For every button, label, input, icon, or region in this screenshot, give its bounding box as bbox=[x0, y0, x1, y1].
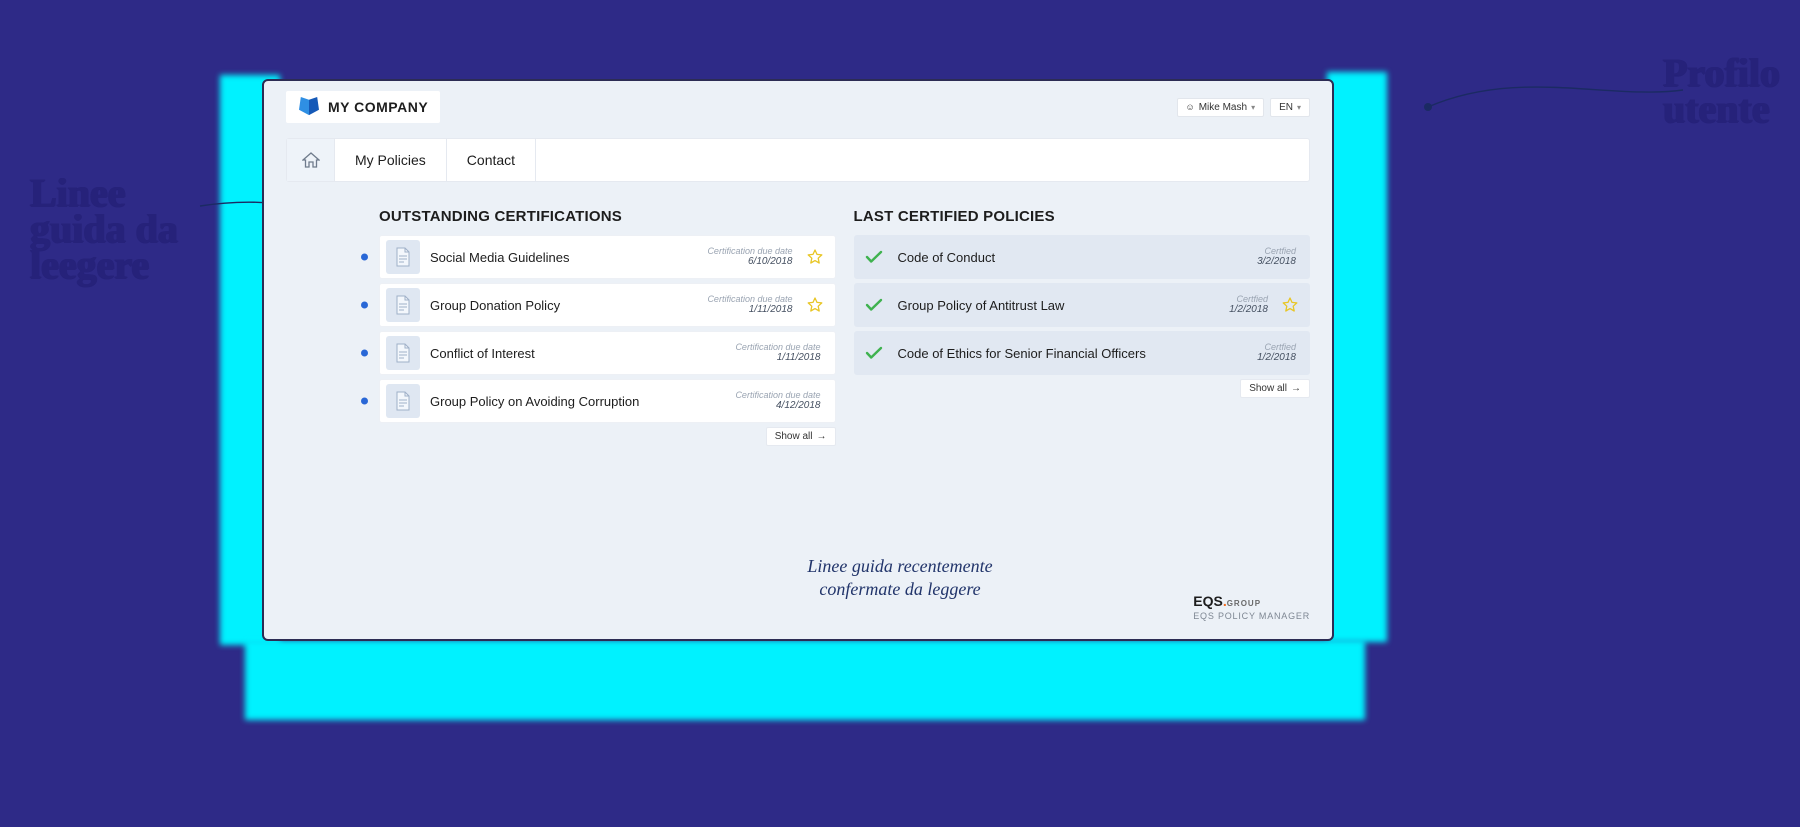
outstanding-row[interactable]: Social Media Guidelines Certification due… bbox=[379, 235, 836, 279]
certified-column: LAST CERTIFIED POLICIES Code of ConductC… bbox=[854, 208, 1311, 446]
company-logo: MY COMPANY bbox=[286, 91, 440, 123]
certified-row[interactable]: Code of Ethics for Senior Financial Offi… bbox=[854, 331, 1311, 375]
footer-product: EQS POLICY MANAGER bbox=[1193, 611, 1310, 621]
certified-date: 1/2/2018 bbox=[1229, 304, 1268, 315]
row-bullet bbox=[361, 302, 368, 309]
certified-date: 3/2/2018 bbox=[1257, 256, 1296, 267]
check-icon bbox=[860, 250, 888, 264]
certified-row[interactable]: Group Policy of Antitrust Law Certfied1/2… bbox=[854, 283, 1311, 327]
outstanding-title: OUTSTANDING CERTIFICATIONS bbox=[379, 208, 836, 225]
outstanding-row[interactable]: Conflict of Interest Certification due da… bbox=[379, 331, 836, 375]
nav-my-policies[interactable]: My Policies bbox=[335, 139, 447, 181]
policy-meta: Certfied1/2/2018 bbox=[1229, 295, 1268, 316]
due-label: Certification due date bbox=[707, 247, 792, 257]
annotation-bottom: Linee guida recentemente confermate da l… bbox=[770, 555, 1030, 600]
user-name: Mike Mash bbox=[1199, 102, 1247, 113]
certified-show-all[interactable]: Show all → bbox=[1240, 379, 1310, 398]
outstanding-row[interactable]: Group Donation Policy Certification due d… bbox=[379, 283, 836, 327]
certified-title: LAST CERTIFIED POLICIES bbox=[854, 208, 1311, 225]
footer-brand-main: EQS bbox=[1193, 593, 1223, 609]
star-icon[interactable] bbox=[807, 249, 825, 265]
due-date: 6/10/2018 bbox=[707, 256, 792, 267]
certified-label: Certfied bbox=[1257, 247, 1296, 257]
glow-right bbox=[1327, 72, 1387, 642]
user-menu[interactable]: ☺ Mike Mash ▾ bbox=[1177, 98, 1265, 117]
row-bullet bbox=[361, 398, 368, 405]
due-date: 4/12/2018 bbox=[735, 400, 820, 411]
callout-line-user bbox=[1428, 88, 1688, 138]
arrow-right-icon: → bbox=[817, 431, 827, 442]
check-icon bbox=[860, 346, 888, 360]
language-menu[interactable]: EN ▾ bbox=[1270, 98, 1310, 117]
policy-meta: Certfied3/2/2018 bbox=[1257, 247, 1296, 268]
certified-date: 1/2/2018 bbox=[1257, 352, 1296, 363]
document-icon bbox=[386, 384, 420, 418]
header: MY COMPANY ☺ Mike Mash ▾ EN ▾ bbox=[264, 81, 1332, 128]
policy-meta: Certification due date1/11/2018 bbox=[735, 343, 820, 364]
nav-home[interactable] bbox=[287, 139, 335, 181]
check-icon bbox=[860, 298, 888, 312]
policy-title: Group Donation Policy bbox=[430, 298, 697, 313]
star-icon[interactable] bbox=[807, 297, 825, 313]
chevron-down-icon: ▾ bbox=[1297, 103, 1301, 112]
home-icon bbox=[302, 152, 320, 168]
footer-brand-suffix: GROUP bbox=[1227, 599, 1261, 608]
nav-contact[interactable]: Contact bbox=[447, 139, 536, 181]
document-icon bbox=[386, 240, 420, 274]
row-bullet bbox=[361, 350, 368, 357]
outstanding-column: OUTSTANDING CERTIFICATIONS Social Media … bbox=[379, 208, 836, 446]
policy-title: Conflict of Interest bbox=[430, 346, 725, 361]
due-date: 1/11/2018 bbox=[707, 304, 792, 315]
outstanding-list: Social Media Guidelines Certification due… bbox=[379, 235, 836, 423]
outstanding-row[interactable]: Group Policy on Avoiding Corruption Certi… bbox=[379, 379, 836, 423]
star-icon[interactable] bbox=[1282, 297, 1300, 313]
policy-meta: Certification due date6/10/2018 bbox=[707, 247, 792, 268]
certified-list: Code of ConductCertfied3/2/2018Group Pol… bbox=[854, 235, 1311, 375]
due-label: Certification due date bbox=[707, 295, 792, 305]
header-controls: ☺ Mike Mash ▾ EN ▾ bbox=[1177, 98, 1311, 117]
footer: EQS.GROUP EQS POLICY MANAGER bbox=[1193, 593, 1310, 621]
outstanding-show-all[interactable]: Show all → bbox=[766, 427, 836, 446]
policy-meta: Certification due date1/11/2018 bbox=[707, 295, 792, 316]
due-label: Certification due date bbox=[735, 343, 820, 353]
document-icon bbox=[386, 288, 420, 322]
due-date: 1/11/2018 bbox=[735, 352, 820, 363]
content: OUTSTANDING CERTIFICATIONS Social Media … bbox=[264, 182, 1332, 446]
certified-row[interactable]: Code of Conduct Certfied3/2/2018 bbox=[854, 235, 1311, 279]
callout-dot-user bbox=[1424, 103, 1432, 111]
show-all-label: Show all bbox=[1249, 383, 1287, 394]
certified-label: Certfied bbox=[1229, 295, 1268, 305]
company-name: MY COMPANY bbox=[328, 99, 428, 115]
footer-brand: EQS.GROUP bbox=[1193, 593, 1310, 609]
policy-title: Group Policy on Avoiding Corruption bbox=[430, 394, 725, 409]
user-icon: ☺ bbox=[1186, 102, 1195, 112]
glow-bottom bbox=[245, 640, 1365, 720]
document-icon bbox=[386, 336, 420, 370]
policy-meta: Certification due date4/12/2018 bbox=[735, 391, 820, 412]
policy-title: Group Policy of Antitrust Law bbox=[898, 298, 1220, 313]
language-code: EN bbox=[1279, 102, 1293, 113]
due-label: Certification due date bbox=[735, 391, 820, 401]
policy-title: Social Media Guidelines bbox=[430, 250, 697, 265]
policy-title: Code of Ethics for Senior Financial Offi… bbox=[898, 346, 1248, 361]
policy-title: Code of Conduct bbox=[898, 250, 1248, 265]
row-bullet bbox=[361, 254, 368, 261]
arrow-right-icon: → bbox=[1291, 383, 1301, 394]
annotation-top-right: Profilo utente bbox=[1663, 55, 1780, 127]
navbar: My Policies Contact bbox=[286, 138, 1310, 182]
policy-meta: Certfied1/2/2018 bbox=[1257, 343, 1296, 364]
chevron-down-icon: ▾ bbox=[1251, 103, 1255, 112]
annotation-top-left: Linee guida da leegere bbox=[30, 175, 178, 283]
certified-label: Certfied bbox=[1257, 343, 1296, 353]
butterfly-icon bbox=[298, 97, 320, 117]
show-all-label: Show all bbox=[775, 431, 813, 442]
